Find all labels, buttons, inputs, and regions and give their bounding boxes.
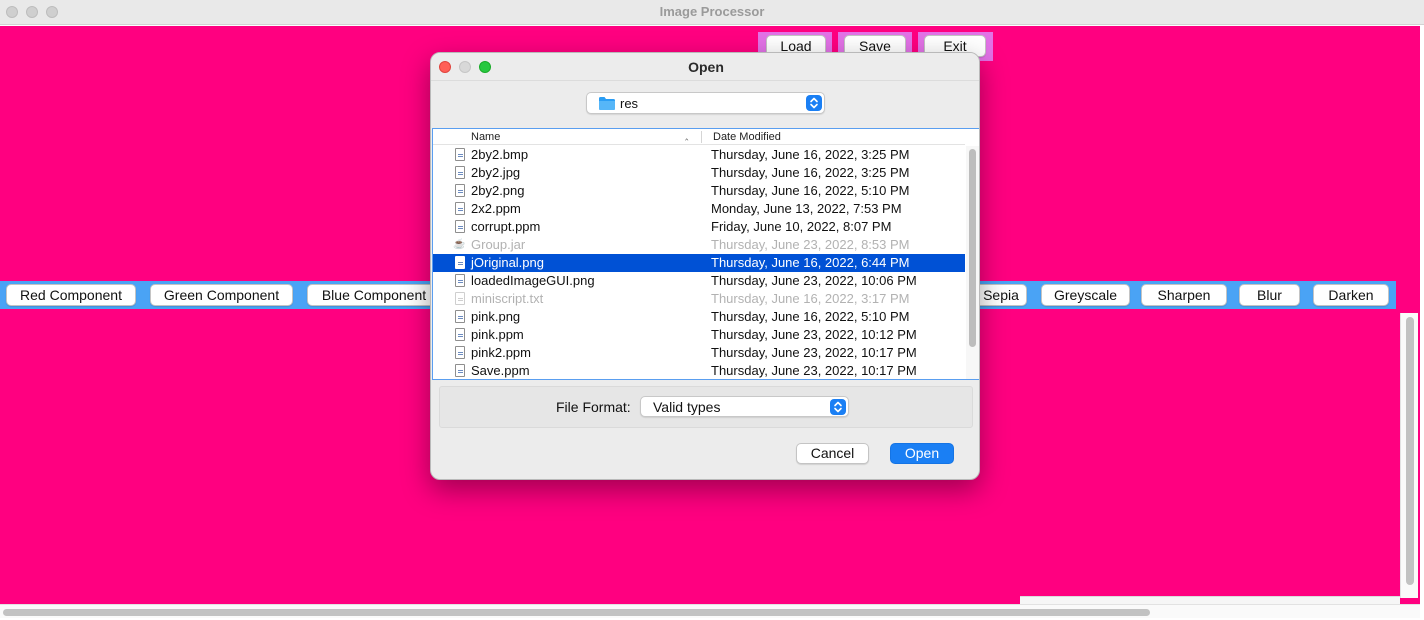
open-button[interactable]: Open [890,443,954,464]
location-popup[interactable]: res [586,92,825,114]
window-title: Image Processor [659,4,765,19]
file-name: loadedImageGUI.png [471,273,595,288]
file-date-modified: Thursday, June 16, 2022, 3:25 PM [711,165,910,180]
file-date-modified: Thursday, June 23, 2022, 10:06 PM [711,273,917,288]
file-date-modified: Monday, June 13, 2022, 7:53 PM [711,201,902,216]
file-row[interactable]: corrupt.ppm Friday, June 10, 2022, 8:07 P… [433,218,965,236]
sort-ascending-icon: ‸ [685,130,689,141]
file-date-modified: Thursday, June 23, 2022, 10:17 PM [711,345,917,360]
open-dialog: Open res Name ‸ Date Modified 2by2.bmp Th… [430,52,980,480]
file-format-label: File Format: [556,399,631,415]
document-icon [455,364,465,377]
sepia-button[interactable]: Sepia [975,284,1027,306]
document-icon [455,202,465,215]
location-label: res [620,96,639,111]
file-name: pink2.ppm [471,345,531,360]
chevron-up-down-icon [830,399,846,415]
file-list: Name ‸ Date Modified 2by2.bmp Thursday, J… [432,128,979,380]
file-row[interactable]: 2x2.ppm Monday, June 13, 2022, 7:53 PM [433,200,965,218]
file-row[interactable]: pink2.ppm Thursday, June 23, 2022, 10:17 … [433,344,965,362]
file-date-modified: Thursday, June 16, 2022, 3:17 PM [711,291,910,306]
darken-button[interactable]: Darken [1313,284,1389,306]
file-name: pink.ppm [471,327,524,342]
file-name: Save.ppm [471,363,530,378]
document-icon [455,274,465,287]
file-date-modified: Friday, June 10, 2022, 8:07 PM [711,219,892,234]
red-component-button[interactable]: Red Component [6,284,136,306]
file-row[interactable]: Save.ppm Thursday, June 23, 2022, 10:17 P… [433,362,965,380]
file-row[interactable]: miniscript.txt Thursday, June 16, 2022, 3… [433,290,965,308]
document-icon [455,220,465,233]
window-titlebar: Image Processor [0,0,1424,25]
file-name: Group.jar [471,237,526,252]
file-list-scrollbar[interactable] [966,146,979,379]
file-name: 2by2.jpg [471,165,521,180]
vertical-scroll-thumb[interactable] [1406,317,1414,585]
green-component-button[interactable]: Green Component [150,284,293,306]
file-format-panel: File Format: Valid types [439,386,973,428]
horizontal-scrollbar[interactable] [0,604,1420,618]
file-rows: 2by2.bmp Thursday, June 16, 2022, 3:25 PM… [433,146,965,380]
file-row[interactable]: pink.ppm Thursday, June 23, 2022, 10:12 P… [433,326,965,344]
file-list-scroll-thumb[interactable] [969,149,976,347]
cancel-button[interactable]: Cancel [796,443,869,464]
vertical-scrollbar[interactable] [1400,313,1418,598]
file-name: jOriginal.png [471,255,544,270]
file-list-header: Name ‸ Date Modified [433,129,965,145]
column-header-date[interactable]: Date Modified [713,131,781,143]
file-name: miniscript.txt [471,291,544,306]
document-icon [455,292,465,305]
sharpen-button[interactable]: Sharpen [1141,284,1227,306]
file-date-modified: Thursday, June 16, 2022, 5:10 PM [711,183,910,198]
file-date-modified: Thursday, June 16, 2022, 3:25 PM [711,147,910,162]
column-header-name[interactable]: Name [471,131,500,143]
file-row[interactable]: ☕ Group.jar Thursday, June 23, 2022, 8:53 … [433,236,965,254]
file-date-modified: Thursday, June 23, 2022, 8:53 PM [711,237,910,252]
column-divider [701,131,702,143]
blur-button[interactable]: Blur [1239,284,1300,306]
document-icon [455,310,465,323]
document-icon [455,166,465,179]
file-row[interactable]: 2by2.jpg Thursday, June 16, 2022, 3:25 PM [433,164,965,182]
dialog-title: Open [688,59,724,75]
file-date-modified: Thursday, June 16, 2022, 5:10 PM [711,309,910,324]
document-icon [455,346,465,359]
file-row[interactable]: jOriginal.png Thursday, June 16, 2022, 6:… [433,254,965,272]
java-icon: ☕ [453,239,466,250]
blue-component-button[interactable]: Blue Component [307,284,441,306]
file-row[interactable]: 2by2.bmp Thursday, June 16, 2022, 3:25 PM [433,146,965,164]
file-row[interactable]: loadedImageGUI.png Thursday, June 23, 202… [433,272,965,290]
file-name: 2x2.ppm [471,201,521,216]
greyscale-button[interactable]: Greyscale [1041,284,1130,306]
dialog-titlebar: Open [431,53,979,81]
document-icon [455,184,465,197]
file-row[interactable]: pink.png Thursday, June 16, 2022, 5:10 PM [433,308,965,326]
document-icon [455,256,465,269]
file-date-modified: Thursday, June 23, 2022, 10:12 PM [711,327,917,342]
file-row[interactable]: 2by2.png Thursday, June 16, 2022, 5:10 PM [433,182,965,200]
file-format-popup[interactable]: Valid types [640,396,849,417]
file-name: pink.png [471,309,521,324]
folder-icon [599,97,615,110]
file-date-modified: Thursday, June 23, 2022, 10:17 PM [711,363,917,378]
file-name: 2by2.png [471,183,525,198]
file-name: corrupt.ppm [471,219,541,234]
file-format-value: Valid types [653,399,721,415]
file-name: 2by2.bmp [471,147,529,162]
document-icon [455,148,465,161]
horizontal-scroll-thumb[interactable] [3,609,1150,616]
chevron-up-down-icon [806,95,822,111]
document-icon [455,328,465,341]
file-date-modified: Thursday, June 16, 2022, 6:44 PM [711,255,910,270]
